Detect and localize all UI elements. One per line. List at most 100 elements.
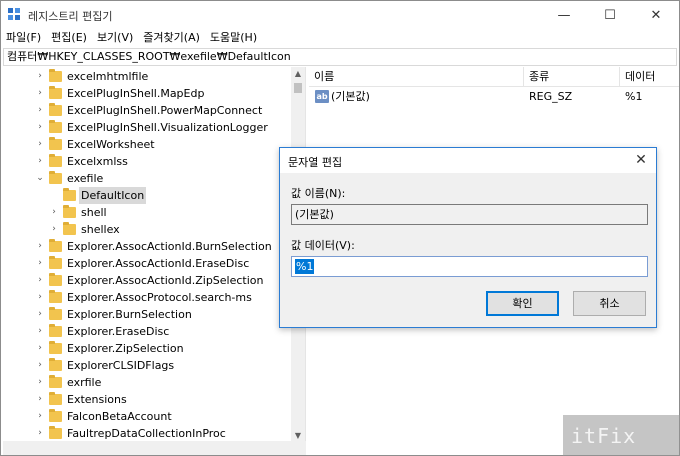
- dialog-title-bar[interactable]: 문자열 편집 ✕: [280, 148, 656, 173]
- menu-edit[interactable]: 편집(E): [46, 29, 92, 47]
- tree-item-label: Explorer.EraseDisc: [67, 325, 170, 338]
- value-data: %1: [625, 90, 643, 103]
- menu-bar: 파일(F) 편집(E) 보기(V) 즐겨찾기(A) 도움말(H): [1, 29, 679, 47]
- tree-item-label: ExcelPlugInShell.MapEdp: [67, 87, 205, 100]
- watermark: itFix blog: [563, 415, 680, 456]
- chevron-right-icon[interactable]: ›: [35, 153, 45, 170]
- string-value-icon: ab: [315, 90, 329, 103]
- folder-icon: [49, 137, 62, 150]
- tree-horizontal-scrollbar[interactable]: [3, 441, 306, 455]
- value-type: REG_SZ: [529, 90, 573, 103]
- folder-icon: [49, 307, 62, 320]
- value-data-input[interactable]: %1: [291, 256, 648, 277]
- selected-text: %1: [295, 259, 315, 274]
- key-tree: › excelmhtmlfile › ExcelPlugInShell.MapEdp ›…: [3, 67, 306, 443]
- tree-item-label: excelmhtmlfile: [67, 70, 149, 83]
- window-title: 레지스트리 편집기: [28, 10, 113, 23]
- registry-editor-window: 레지스트리 편집기 — ☐ ✕ 파일(F) 편집(E) 보기(V) 즐겨찾기(A…: [0, 0, 680, 456]
- chevron-right-icon[interactable]: ›: [35, 340, 45, 357]
- value-name: (기본값): [331, 90, 370, 103]
- close-button[interactable]: ✕: [633, 1, 679, 29]
- tree-item-label: Explorer.AssocProtocol.search-ms: [67, 291, 252, 304]
- column-data-header[interactable]: 데이터: [620, 67, 679, 87]
- tree-item-label: ExcelPlugInShell.VisualizationLogger: [67, 121, 268, 134]
- tree-item-label: Explorer.ZipSelection: [67, 342, 184, 355]
- chevron-right-icon[interactable]: ›: [35, 357, 45, 374]
- tree-item-label: DefaultIcon: [79, 187, 147, 204]
- chevron-right-icon[interactable]: ›: [49, 221, 59, 238]
- tree-item-label: shellex: [81, 223, 120, 236]
- folder-icon: [63, 205, 76, 218]
- folder-icon: [49, 154, 62, 167]
- chevron-right-icon[interactable]: ›: [35, 306, 45, 323]
- tree-item-label: shell: [81, 206, 107, 219]
- column-type-header[interactable]: 종류: [524, 67, 620, 87]
- tree-item-label: exefile: [67, 172, 104, 185]
- maximize-button[interactable]: ☐: [587, 1, 633, 29]
- chevron-right-icon[interactable]: ›: [35, 374, 45, 391]
- scroll-thumb[interactable]: [294, 83, 302, 93]
- chevron-right-icon[interactable]: ›: [35, 68, 45, 85]
- chevron-right-icon[interactable]: ›: [35, 272, 45, 289]
- tree-item-label: Explorer.AssocActionId.BurnSelection: [67, 240, 272, 253]
- menu-file[interactable]: 파일(F): [1, 29, 46, 47]
- scroll-up-icon[interactable]: ▲: [291, 67, 305, 81]
- list-item[interactable]: ab (기본값) REG_SZ %1: [309, 88, 679, 106]
- chevron-right-icon[interactable]: ›: [35, 289, 45, 306]
- tree-item-label: ExcelWorksheet: [67, 138, 155, 151]
- chevron-right-icon[interactable]: ›: [35, 119, 45, 136]
- dialog-close-button[interactable]: ✕: [632, 151, 650, 169]
- chevron-right-icon[interactable]: [49, 187, 59, 204]
- tree-item-label: ExcelPlugInShell.PowerMapConnect: [67, 104, 263, 117]
- tree-item-label: ExplorerCLSIDFlags: [67, 359, 175, 372]
- chevron-right-icon[interactable]: ›: [35, 238, 45, 255]
- folder-icon: [49, 409, 62, 422]
- tree-item-label: Explorer.AssocActionId.ZipSelection: [67, 274, 264, 287]
- value-data-label: 값 데이터(V):: [291, 239, 355, 252]
- chevron-right-icon[interactable]: ›: [49, 204, 59, 221]
- folder-icon: [49, 358, 62, 371]
- chevron-right-icon[interactable]: ›: [35, 102, 45, 119]
- tree-item-label: exrfile: [67, 376, 102, 389]
- folder-icon: [49, 86, 62, 99]
- chevron-right-icon[interactable]: ›: [35, 255, 45, 272]
- folder-icon: [49, 273, 62, 286]
- tree-item-label: FalconBetaAccount: [67, 410, 172, 423]
- registry-editor-icon: [8, 8, 22, 22]
- folder-icon: [63, 188, 76, 201]
- title-bar[interactable]: 레지스트리 편집기 — ☐ ✕: [1, 1, 679, 29]
- folder-icon: [49, 103, 62, 116]
- list-header: 이름 종류 데이터: [309, 67, 679, 87]
- edit-string-dialog: 문자열 편집 ✕ 값 이름(N): (기본값) 값 데이터(V): %1 확인 …: [279, 147, 657, 328]
- value-name-field: (기본값): [291, 204, 648, 225]
- folder-icon: [49, 324, 62, 337]
- chevron-right-icon[interactable]: ›: [35, 425, 45, 442]
- tree-item-label: Explorer.BurnSelection: [67, 308, 192, 321]
- folder-icon: [63, 222, 76, 235]
- column-name-header[interactable]: 이름: [309, 67, 524, 87]
- folder-icon: [49, 239, 62, 252]
- chevron-down-icon[interactable]: ⌄: [35, 170, 45, 187]
- address-bar[interactable]: 컴퓨터₩HKEY_CLASSES_ROOT₩exefile₩DefaultIco…: [3, 48, 677, 66]
- ok-button[interactable]: 확인: [486, 291, 559, 316]
- tree-item-label: FaultrepDataCollectionInProc: [67, 427, 226, 440]
- folder-icon: [49, 375, 62, 388]
- chevron-right-icon[interactable]: ›: [35, 408, 45, 425]
- value-name-label: 값 이름(N):: [291, 187, 346, 200]
- tree-item-label: Extensions: [67, 393, 127, 406]
- chevron-right-icon[interactable]: ›: [35, 323, 45, 340]
- folder-icon: [49, 426, 62, 439]
- chevron-right-icon[interactable]: ›: [35, 136, 45, 153]
- folder-icon: [49, 171, 62, 184]
- cancel-button[interactable]: 취소: [573, 291, 646, 316]
- chevron-right-icon[interactable]: ›: [35, 85, 45, 102]
- menu-favorites[interactable]: 즐겨찾기(A): [138, 29, 205, 47]
- chevron-right-icon[interactable]: ›: [35, 391, 45, 408]
- folder-icon: [49, 392, 62, 405]
- menu-view[interactable]: 보기(V): [92, 29, 138, 47]
- folder-icon: [49, 290, 62, 303]
- minimize-button[interactable]: —: [541, 1, 587, 29]
- menu-help[interactable]: 도움말(H): [205, 29, 262, 47]
- folder-icon: [49, 256, 62, 269]
- folder-icon: [49, 120, 62, 133]
